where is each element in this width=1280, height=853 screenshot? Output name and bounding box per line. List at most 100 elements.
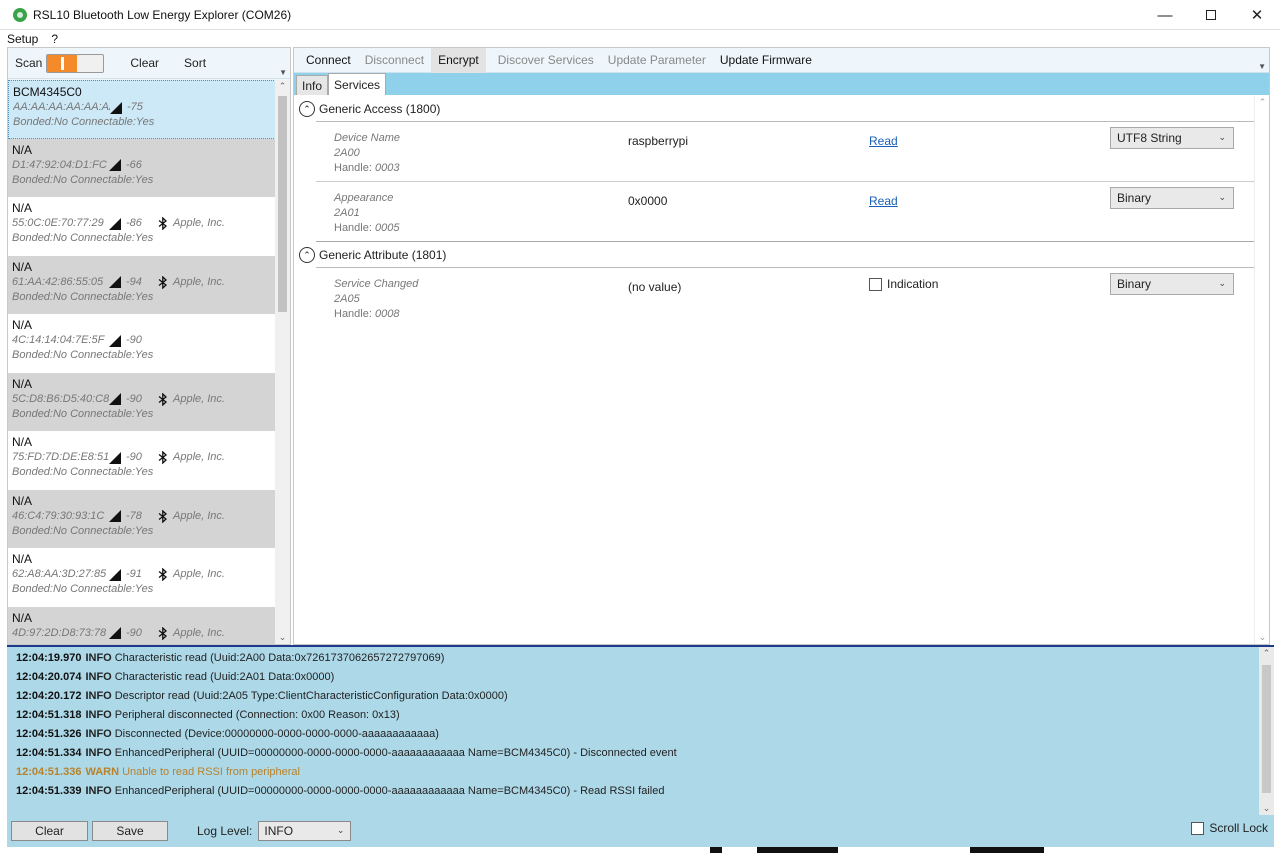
sort-devices-button[interactable]: Sort	[184, 56, 206, 70]
checkbox-box[interactable]	[869, 277, 882, 291]
scan-toggle[interactable]	[46, 53, 105, 73]
log-message: EnhancedPeripheral (UUID=00000000-0000-0…	[114, 784, 665, 797]
log-entry[interactable]: 12:04:51.339 INFO EnhancedPeripheral (UUID…	[7, 781, 1274, 800]
clear-log-button[interactable]: Clear	[11, 821, 88, 841]
scroll-thumb[interactable]	[278, 96, 287, 312]
chevron-down-icon: ⌄	[336, 825, 345, 835]
format-select[interactable]: UTF8 String ⌄	[1110, 127, 1234, 149]
log-panel: 12:04:19.970 INFO Characteristic read (Uui…	[7, 645, 1274, 815]
scroll-down-icon[interactable]: ⌄	[1259, 803, 1274, 814]
log-entry[interactable]: 12:04:51.318 INFO Peripheral disconnected …	[7, 705, 1274, 724]
device-name: N/A	[12, 376, 33, 391]
bluetooth-icon	[158, 568, 167, 581]
characteristic-row: Device Name 2A00 Handle: 0003 raspberrypi Re…	[316, 122, 1254, 182]
signal-strength-icon	[109, 217, 121, 230]
device-list[interactable]: BCM4345C0 AA:AA:AA:AA:AA:AA -75 Bonded:No C…	[8, 80, 276, 644]
tab-services[interactable]: Services	[328, 73, 387, 95]
handle-label: Handle:	[334, 162, 372, 174]
signal-strength-icon	[109, 393, 121, 405]
device-list-item[interactable]: BCM4345C0 AA:AA:AA:AA:AA:AA -75 Bonded:No C…	[8, 80, 276, 139]
log-message: Descriptor read (Uuid:2A05 Type:ClientCh…	[114, 689, 508, 702]
log-entry[interactable]: 12:04:51.326 INFO Disconnected (Device:000…	[7, 724, 1274, 743]
scroll-up-icon[interactable]: ⌃	[1255, 97, 1270, 108]
characteristic-row: Appearance 2A01 Handle: 0005 0x0000 Read Bina…	[316, 182, 1254, 242]
tab-info[interactable]: Info	[296, 75, 329, 95]
device-toolbar: Scan Clear Sort ▼	[8, 48, 290, 79]
desktop-edge-segment	[722, 847, 757, 853]
device-address: 62:A8:AA:3D:27:85	[12, 568, 107, 580]
scroll-down-icon[interactable]: ⌄	[1255, 632, 1270, 643]
scroll-up-icon[interactable]: ⌃	[1259, 648, 1274, 659]
detail-panel: Connect Disconnect Encrypt Discover Serv…	[293, 47, 1270, 645]
log-level: WARN	[85, 765, 120, 778]
scroll-down-icon[interactable]: ⌄	[275, 632, 290, 643]
log-entry[interactable]: 12:04:20.172 INFO Descriptor read (Uuid:2A…	[7, 686, 1274, 705]
checkbox-box[interactable]	[1191, 821, 1205, 835]
scroll-up-icon[interactable]: ⌃	[275, 81, 290, 92]
device-address: AA:AA:AA:AA:AA:AA	[13, 101, 110, 113]
discover-services-button[interactable]: Discover Services	[491, 48, 601, 73]
save-log-button[interactable]: Save	[92, 821, 168, 841]
menu-setup[interactable]: Setup	[0, 32, 44, 46]
signal-strength-icon	[109, 159, 121, 171]
collapse-icon[interactable]: ⌃	[299, 101, 315, 117]
log-scrollbar[interactable]: ⌃ ⌄	[1259, 647, 1274, 815]
device-list-item[interactable]: N/A D1:47:92:04:D1:FC -66 Bonded:No Connect…	[8, 138, 276, 197]
services-scrollbar[interactable]: ⌃ ⌄	[1254, 96, 1269, 644]
device-list-item[interactable]: N/A 46:C4:79:30:93:1C -78 Apple, Inc. Bonded…	[8, 489, 276, 548]
indication-checkbox[interactable]: Indication	[869, 277, 938, 291]
signal-strength-icon	[109, 276, 121, 288]
read-link[interactable]: Read	[869, 194, 898, 208]
device-list-item[interactable]: N/A 5C:D8:B6:D5:40:C8 -90 Apple, Inc. Bonded…	[8, 372, 276, 431]
device-list-item[interactable]: N/A 75:FD:7D:DE:E8:51 -90 Apple, Inc. Bonded…	[8, 431, 276, 490]
log-timestamp: 12:04:51.336	[16, 765, 82, 778]
minimize-icon[interactable]: —	[1142, 0, 1188, 30]
maximize-icon[interactable]	[1188, 0, 1234, 30]
log-level-select[interactable]: INFO ⌄	[258, 821, 352, 841]
scroll-lock-label: Scroll Lock	[1209, 821, 1268, 835]
device-list-scrollbar[interactable]: ⌃ ⌄	[275, 80, 290, 644]
disconnect-button[interactable]: Disconnect	[358, 48, 431, 73]
device-list-item[interactable]: N/A 62:A8:AA:3D:27:85 -91 Apple, Inc. Bonded…	[8, 548, 276, 607]
service-header[interactable]: ⌃ Generic Access (1800)	[294, 96, 1254, 122]
clear-devices-button[interactable]: Clear	[130, 56, 159, 70]
connect-button[interactable]: Connect	[299, 48, 358, 73]
close-icon[interactable]: ✕	[1234, 0, 1280, 30]
scroll-thumb[interactable]	[1262, 665, 1271, 793]
log-level-value: INFO	[264, 824, 294, 838]
log-level: INFO	[85, 708, 112, 721]
device-list-item[interactable]: N/A 4C:14:14:04:7E:5F -90 Bonded:No Connect…	[8, 314, 276, 373]
log-timestamp: 12:04:20.172	[16, 689, 82, 702]
menu-help[interactable]: ?	[44, 32, 64, 46]
device-list-item[interactable]: N/A 55:0C:0E:70:77:29 -86 Apple, Inc. Bonded…	[8, 197, 276, 256]
scroll-lock-checkbox[interactable]: Scroll Lock	[1191, 821, 1268, 835]
bluetooth-icon	[158, 217, 167, 230]
log-level: INFO	[85, 670, 112, 683]
format-select[interactable]: Binary ⌄	[1110, 273, 1234, 295]
device-vendor: Apple, Inc.	[173, 509, 225, 522]
device-bonding-status: Bonded:No Connectable:Yes	[12, 407, 154, 420]
log-entry[interactable]: 12:04:51.336 WARN Unable to read RSSI from…	[7, 762, 1274, 781]
device-list-item[interactable]: N/A 61:AA:42:86:55:05 -94 Apple, Inc. Bonded…	[8, 255, 276, 314]
log-level: INFO	[85, 689, 112, 702]
service-header[interactable]: ⌃ Generic Attribute (1801)	[294, 242, 1254, 268]
device-list-item[interactable]: N/A 4D:97:2D:D8:73:78 -90 Apple, Inc.	[8, 606, 276, 644]
encrypt-button[interactable]: Encrypt	[431, 47, 486, 73]
update-firmware-button[interactable]: Update Firmware	[713, 48, 819, 73]
update-parameter-button[interactable]: Update Parameter	[601, 48, 713, 73]
device-name: N/A	[12, 142, 33, 157]
device-vendor: Apple, Inc.	[173, 392, 225, 405]
log-entry[interactable]: 12:04:19.970 INFO Characteristic read (Uui…	[7, 648, 1274, 667]
format-select[interactable]: Binary ⌄	[1110, 187, 1234, 209]
log-entry[interactable]: 12:04:20.074 INFO Characteristic read (Uui…	[7, 667, 1274, 686]
bluetooth-icon	[158, 275, 167, 289]
log-entry[interactable]: 12:04:51.334 INFO EnhancedPeripheral (UUID…	[7, 743, 1274, 762]
read-link[interactable]: Read	[869, 134, 898, 148]
characteristic-info: Appearance 2A01 Handle: 0005	[334, 191, 399, 236]
toolbar-overflow-icon[interactable]: ▼	[279, 68, 287, 77]
collapse-icon[interactable]: ⌃	[299, 247, 315, 263]
format-value: UTF8 String	[1117, 131, 1182, 145]
toolbar-overflow-icon[interactable]: ▼	[1258, 62, 1266, 71]
log-list[interactable]: 12:04:19.970 INFO Characteristic read (Uui…	[7, 647, 1274, 800]
device-rssi: -91	[126, 568, 142, 580]
